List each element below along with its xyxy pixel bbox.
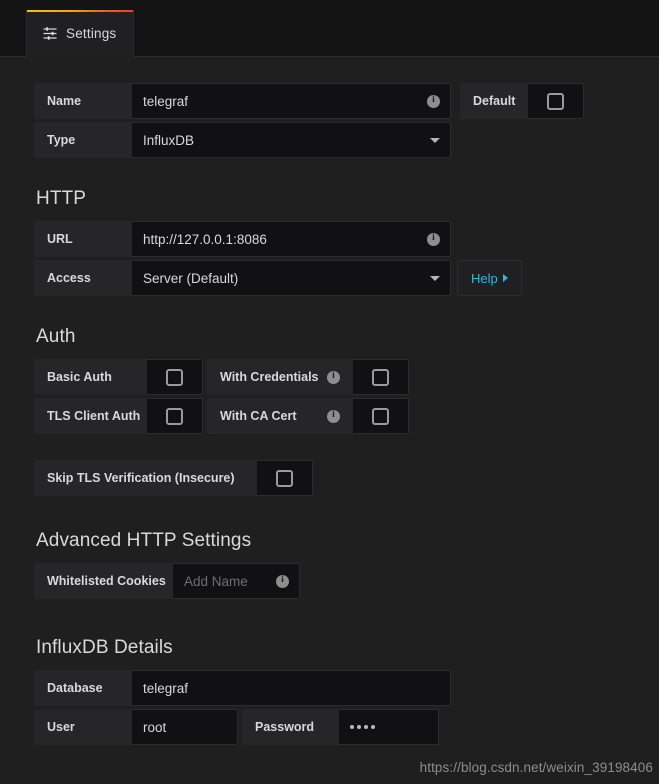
access-select-value: Server (Default) [143,270,239,286]
whitelisted-cookies-placeholder: Add Name [184,573,248,589]
with-credentials-label: With Credentials [220,370,319,384]
name-row: Name telegraf i Default [34,83,659,119]
auth-row-1: Basic Auth With Credentials i [34,359,659,395]
database-input-value: telegraf [143,680,189,696]
influxdb-section: Database telegraf User root Password [34,670,659,745]
caret-right-icon [502,274,508,282]
basic-auth-field: Basic Auth [34,359,203,395]
basic-auth-label: Basic Auth [34,359,147,395]
help-button-label: Help [471,270,498,286]
tab-bar: Settings [0,0,659,57]
access-row: Access Server (Default) Help [34,260,659,296]
with-ca-cert-checkbox[interactable] [353,398,409,434]
name-label: Name [34,83,132,119]
info-icon[interactable]: i [427,94,440,108]
name-input[interactable]: telegraf i [132,83,451,119]
help-button[interactable]: Help [457,260,522,296]
default-label: Default [460,83,529,119]
datasource-settings-page: Settings Name telegraf i Default Type In… [0,0,659,784]
skip-tls-row: Skip TLS Verification (Insecure) [34,460,659,496]
checkbox-icon [372,368,389,386]
advanced-section: Whitelisted Cookies Add Name i [34,563,659,599]
url-input-value: http://127.0.0.1:8086 [143,231,267,247]
database-row: Database telegraf [34,670,659,706]
basic-auth-checkbox[interactable] [147,359,203,395]
http-section: URL http://127.0.0.1:8086 i Access Serve… [34,221,659,296]
type-select-value: InfluxDB [143,132,195,148]
advanced-section-title: Advanced HTTP Settings [36,530,252,551]
password-label: Password [242,709,339,745]
general-section: Name telegraf i Default Type InfluxDB [34,83,659,158]
default-checkbox[interactable] [528,83,585,119]
user-input[interactable]: root [132,709,238,745]
with-credentials-field: With Credentials i [207,359,409,395]
url-row: URL http://127.0.0.1:8086 i [34,221,659,257]
access-label: Access [34,260,132,296]
with-ca-cert-field: With CA Cert i [207,398,409,434]
access-select[interactable]: Server (Default) [132,260,451,296]
whitelisted-cookies-row: Whitelisted Cookies Add Name i [34,563,659,599]
info-icon[interactable]: i [276,574,289,588]
watermark: https://blog.csdn.net/weixin_39198406 [419,760,653,775]
user-label: User [34,709,132,745]
checkbox-icon [166,407,183,425]
user-password-row: User root Password [34,709,659,745]
url-label: URL [34,221,132,257]
database-label: Database [34,670,132,706]
database-input[interactable]: telegraf [132,670,451,706]
with-credentials-checkbox[interactable] [353,359,409,395]
info-icon[interactable]: i [327,370,340,384]
password-field: Password [242,709,439,745]
chevron-down-icon [430,275,440,281]
settings-content: Name telegraf i Default Type InfluxDB HT… [0,57,659,745]
auth-row-2: TLS Client Auth With CA Cert i [34,398,659,434]
auth-section: Basic Auth With Credentials i TLS Client… [34,359,659,496]
type-row: Type InfluxDB [34,122,659,158]
type-label: Type [34,122,132,158]
default-group: Default [460,83,585,119]
tls-client-auth-field: TLS Client Auth [34,398,203,434]
url-input[interactable]: http://127.0.0.1:8086 i [132,221,451,257]
tab-settings-label: Settings [66,26,117,41]
user-field: User root [34,709,238,745]
checkbox-icon [276,469,293,487]
name-input-value: telegraf [143,93,189,109]
with-ca-cert-label: With CA Cert [220,409,297,423]
whitelisted-cookies-input[interactable]: Add Name i [173,563,300,599]
chevron-down-icon [430,137,440,143]
password-input[interactable] [339,709,439,745]
with-credentials-label-wrap: With Credentials i [207,359,353,395]
info-icon[interactable]: i [327,409,340,423]
skip-tls-checkbox[interactable] [257,460,313,496]
skip-tls-label: Skip TLS Verification (Insecure) [34,460,257,496]
tls-client-auth-checkbox[interactable] [147,398,203,434]
whitelisted-cookies-label: Whitelisted Cookies [34,563,173,599]
info-icon[interactable]: i [427,232,440,246]
user-input-value: root [143,719,167,735]
http-section-title: HTTP [36,188,87,209]
password-masked-value [350,725,375,729]
type-select[interactable]: InfluxDB [132,122,451,158]
checkbox-icon [547,92,565,110]
tab-active-accent-bar [27,10,134,12]
influxdb-section-title: InfluxDB Details [36,637,173,658]
auth-section-title: Auth [36,326,76,347]
with-ca-cert-label-wrap: With CA Cert i [207,398,353,434]
checkbox-icon [166,368,183,386]
tls-client-auth-label: TLS Client Auth [34,398,147,434]
sliders-icon [43,27,57,40]
checkbox-icon [372,407,389,425]
tab-settings[interactable]: Settings [26,10,135,57]
